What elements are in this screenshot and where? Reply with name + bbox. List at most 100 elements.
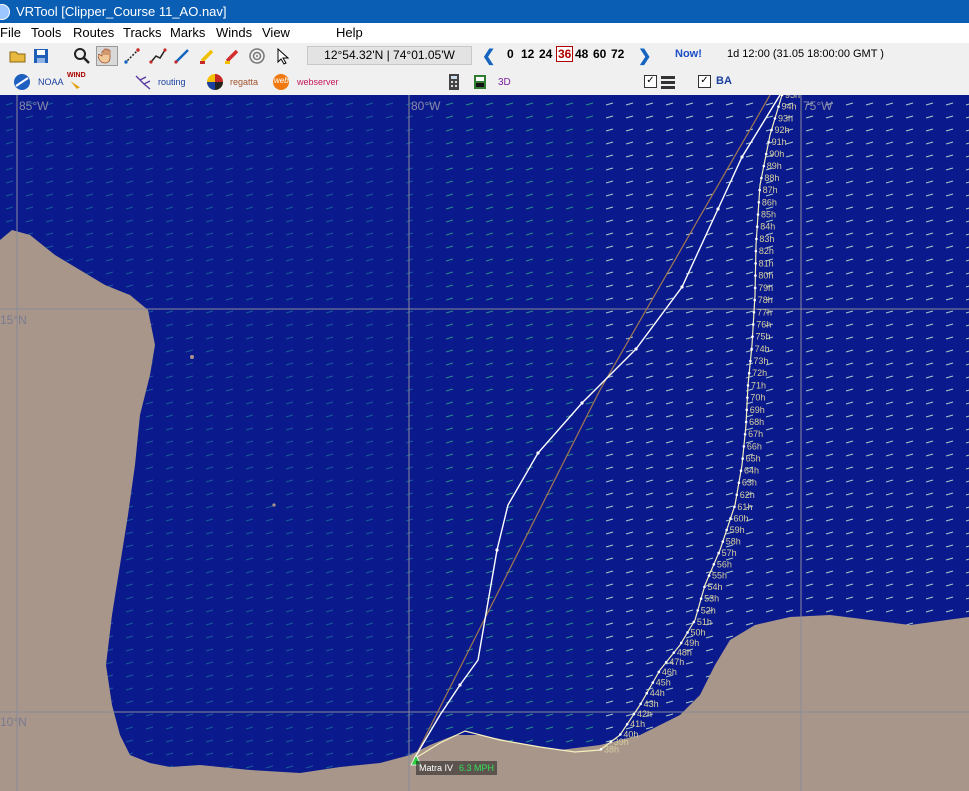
pointer-icon[interactable] (273, 46, 293, 66)
hour-label: 63h (742, 478, 757, 488)
hour-dot (745, 408, 749, 412)
hour-label: 87h (763, 185, 778, 195)
hour-dot (750, 347, 753, 351)
menu-bar: File Tools Routes Tracks Marks Winds Vie… (0, 23, 969, 43)
routing-icon[interactable] (133, 72, 153, 92)
hour-dot (773, 117, 777, 120)
menu-tools[interactable]: Tools (31, 23, 61, 43)
map-canvas[interactable]: 85°W 80°W 75°W 15°N 10°N 95h 94h93h 92h 91h… (0, 95, 969, 791)
route-tool-icon[interactable] (148, 46, 168, 66)
hour-dot (703, 585, 706, 589)
highlighter-icon[interactable] (197, 46, 217, 66)
open-folder-icon[interactable] (8, 46, 28, 66)
webserver-label[interactable]: webserver (297, 77, 339, 87)
hour-72[interactable]: 72 (611, 47, 624, 61)
hour-dot (632, 712, 636, 716)
layer-checkbox[interactable]: ✓ (644, 75, 657, 88)
menu-file[interactable]: File (0, 23, 21, 43)
zoom-icon[interactable] (72, 46, 92, 66)
chart-map[interactable]: 85°W 80°W 75°W 15°N 10°N 95h 94h 93h 92h 91h… (0, 95, 969, 791)
hour-label: 88h (764, 173, 779, 183)
measure-icon[interactable] (122, 46, 142, 66)
window-title: VRTool [Clipper_Course 11_AO.nav] (16, 4, 227, 19)
marker-icon[interactable] (222, 46, 242, 66)
hour-0[interactable]: 0 (507, 47, 514, 61)
hour-dot (754, 249, 758, 253)
hour-label: 72h (752, 368, 767, 378)
hour-dot (739, 469, 743, 472)
hour-dot (692, 620, 696, 624)
main-toolbar: 12°54.32'N | 74°01.05'W ❮ 0 12 24 36 48 … (0, 43, 969, 69)
menu-help[interactable]: Help (336, 23, 363, 43)
hour-dot (696, 609, 700, 612)
pencil-icon[interactable] (172, 46, 192, 66)
hour-dot (742, 445, 746, 448)
hour-label: 94h (781, 102, 796, 112)
hour-label: 61h (737, 502, 752, 512)
hour-label: 59h (730, 525, 745, 535)
hour-dot (767, 140, 770, 144)
3d-button[interactable]: 3D (498, 77, 511, 88)
save-icon[interactable] (31, 46, 51, 66)
hour-label: 38h (604, 744, 619, 754)
menu-view[interactable]: View (262, 23, 290, 43)
hour-60[interactable]: 60 (593, 47, 606, 61)
hour-label: 58h (726, 537, 741, 547)
regatta-icon[interactable] (205, 72, 225, 92)
hour-48[interactable]: 48 (575, 47, 588, 61)
hour-label: 77h (757, 307, 772, 317)
next-time-icon[interactable]: ❯ (638, 46, 651, 66)
hour-dot (741, 457, 744, 460)
hour-36-selected[interactable]: 36 (556, 46, 574, 62)
hour-label: 95h (785, 95, 800, 100)
menu-marks[interactable]: Marks (170, 23, 205, 43)
ba-label[interactable]: BA (716, 75, 732, 87)
hour-dot (757, 201, 761, 204)
regatta-label[interactable]: regatta (230, 77, 258, 87)
hour-dot (753, 286, 757, 290)
web-label[interactable]: web (274, 76, 289, 85)
hour-label: 48h (677, 648, 692, 658)
hour-label: 67h (748, 429, 763, 439)
pan-hand-icon[interactable] (96, 46, 118, 66)
now-button[interactable]: Now! (675, 48, 702, 60)
hour-dot (746, 384, 750, 387)
boat-settings-icon[interactable] (470, 72, 490, 92)
noaa-label[interactable]: NOAA (38, 77, 64, 87)
hour-dot (619, 733, 622, 736)
hour-dot (699, 597, 703, 600)
hour-label: 55h (712, 571, 727, 581)
calculator-icon[interactable] (444, 72, 464, 92)
target-icon[interactable] (247, 46, 267, 66)
hour-dot (707, 574, 711, 577)
hour-label: 76h (756, 319, 771, 329)
ba-checkbox[interactable]: ✓ (698, 75, 711, 88)
island-small (190, 355, 194, 359)
hour-12[interactable]: 12 (521, 47, 534, 61)
previous-time-icon[interactable]: ❮ (482, 46, 495, 66)
hour-label: 80h (758, 271, 773, 281)
hour-dot (712, 563, 716, 566)
hour-dot (609, 740, 613, 744)
hour-label: 65h (746, 454, 761, 464)
hour-24[interactable]: 24 (539, 47, 552, 61)
menu-winds[interactable]: Winds (216, 23, 252, 43)
hour-label: 57h (722, 548, 737, 558)
time-info: 1d 12:00 (31.05 18:00:00 GMT ) (727, 48, 884, 60)
hour-dot (753, 298, 756, 302)
hour-dot (645, 691, 649, 695)
hour-dot (754, 262, 757, 265)
hour-label: 82h (759, 246, 774, 256)
hour-dot (747, 371, 751, 375)
layers-icon[interactable] (658, 72, 678, 92)
routing-label[interactable]: routing (158, 77, 186, 87)
hour-label: 91h (772, 137, 787, 147)
menu-routes[interactable]: Routes (73, 23, 114, 43)
hour-label: 49h (684, 638, 699, 648)
noaa-icon[interactable] (12, 72, 32, 92)
hour-label: 62h (740, 490, 755, 500)
menu-tracks[interactable]: Tracks (123, 23, 162, 43)
hour-dot (777, 105, 780, 109)
boat-speed: 6.3 MPH (459, 763, 495, 773)
wind-arrow-icon[interactable] (69, 78, 83, 92)
